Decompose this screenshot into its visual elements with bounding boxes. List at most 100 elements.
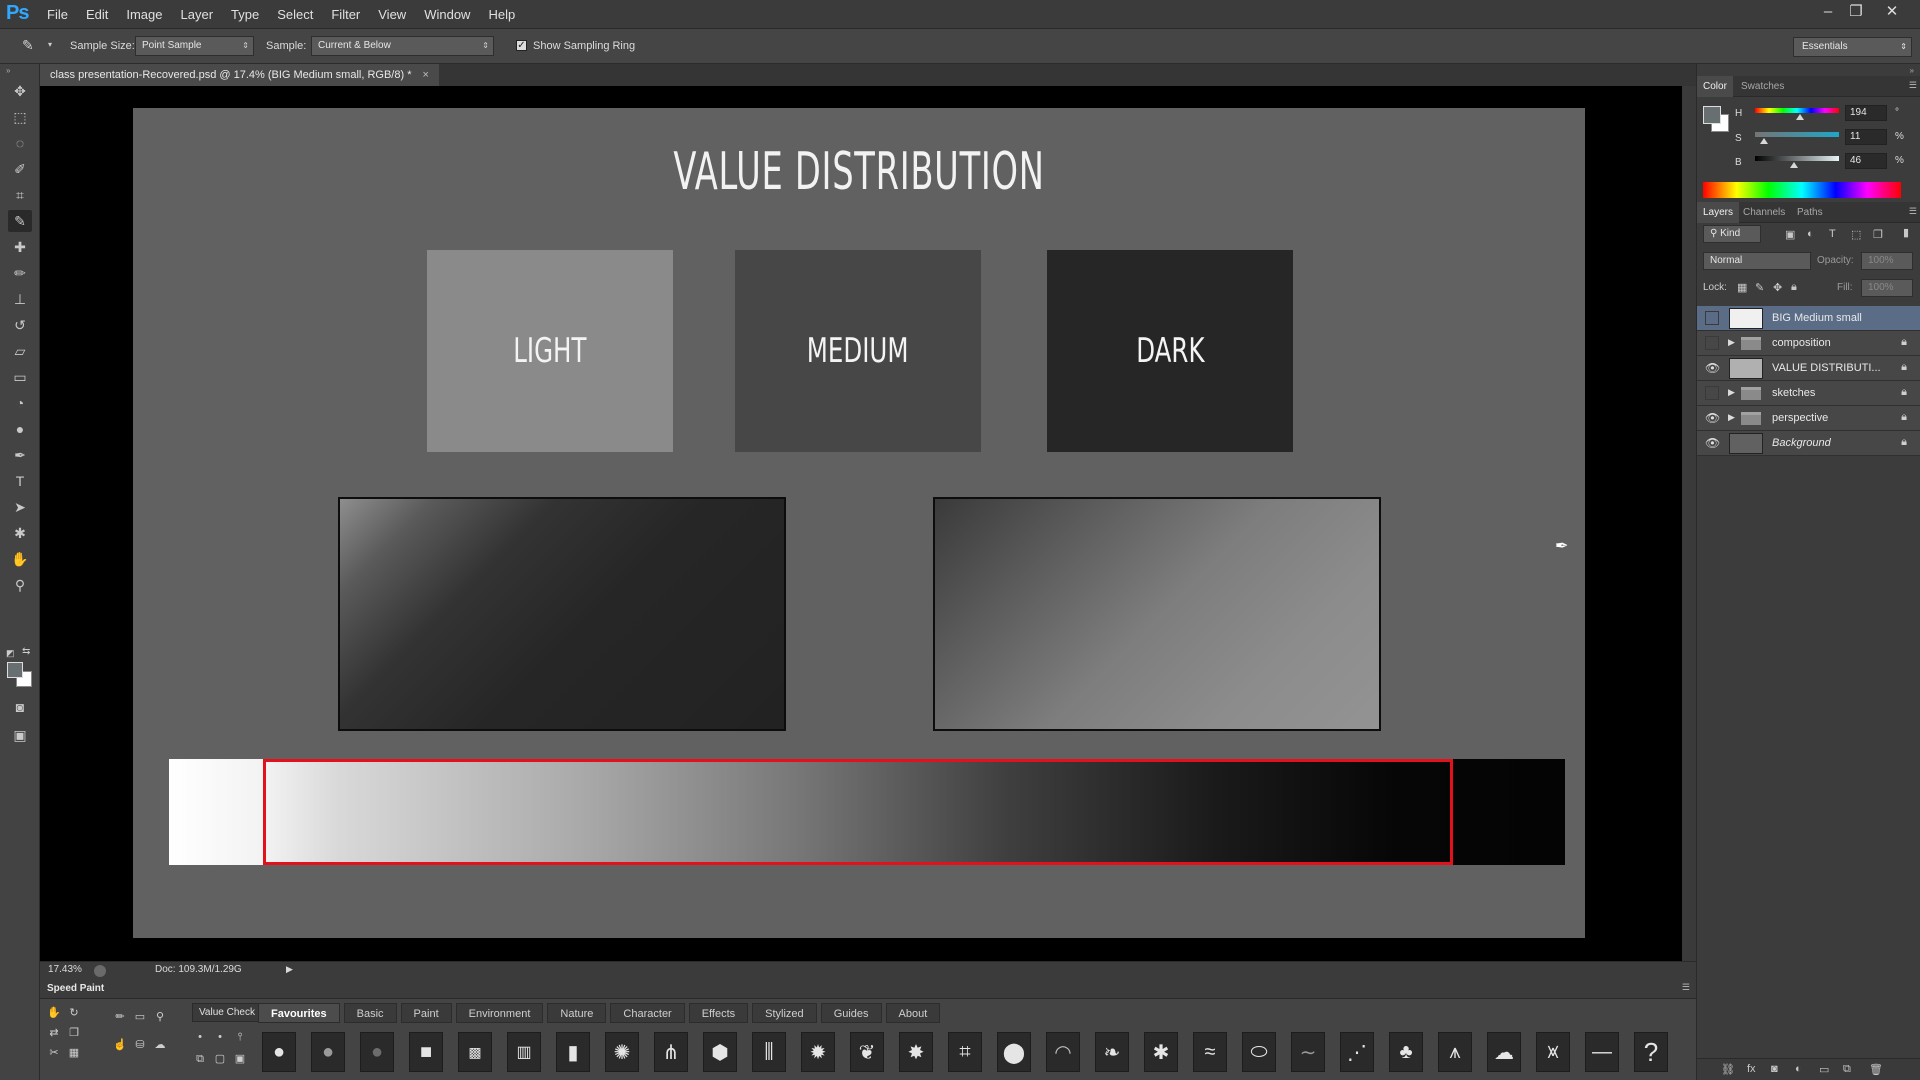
brush-square-icon[interactable]: ■ — [409, 1032, 443, 1072]
layer-row[interactable]: BIG Medium small — [1697, 306, 1920, 331]
color-fg-swatch[interactable] — [1703, 106, 1721, 124]
menu-select[interactable]: Select — [268, 0, 322, 29]
tab-channels[interactable]: Channels — [1737, 202, 1791, 223]
brush-hard-round-icon[interactable]: ● — [262, 1032, 296, 1072]
eye-icon[interactable]: 👁︎ — [1705, 361, 1720, 375]
hue-slider[interactable] — [1755, 108, 1839, 113]
brush-rock-icon[interactable]: ⬢ — [703, 1032, 737, 1072]
eye-icon[interactable]: 👁︎ — [1705, 411, 1720, 425]
chevron-down-icon[interactable]: ▾ — [48, 40, 52, 49]
sp-scissors-icon[interactable]: ✂ — [46, 1045, 62, 1061]
brush-texture-icon[interactable]: ▩ — [458, 1032, 492, 1072]
menu-type[interactable]: Type — [222, 0, 268, 29]
brush-grass-line-icon[interactable]: ⩚ — [1438, 1032, 1472, 1072]
brush-birds-icon[interactable]: ⋰ — [1340, 1032, 1374, 1072]
hand-tool-icon[interactable]: ✋ — [8, 548, 32, 570]
menu-help[interactable]: Help — [479, 0, 524, 29]
zoom-level[interactable]: 17.43% — [48, 964, 82, 975]
brush-soft-round-icon[interactable]: ● — [311, 1032, 345, 1072]
vertical-scrollbar[interactable] — [1682, 86, 1696, 961]
restore-icon[interactable]: ❐ — [1845, 2, 1867, 22]
shape-tool-icon[interactable]: ✱ — [8, 522, 32, 544]
brush-cloud-icon[interactable]: ⬤ — [997, 1032, 1031, 1072]
blend-mode-dropdown[interactable]: Normal — [1703, 252, 1811, 270]
menu-image[interactable]: Image — [117, 0, 171, 29]
tab-about[interactable]: About — [885, 1003, 941, 1023]
swap-colors-icon[interactable]: ⇆ — [22, 646, 30, 657]
eraser-tool-icon[interactable]: ▱ — [8, 340, 32, 362]
history-brush-tool-icon[interactable]: ↺ — [8, 314, 32, 336]
status-menu-arrow-icon[interactable]: ▶ — [286, 964, 293, 975]
visibility-toggle[interactable] — [1705, 336, 1719, 350]
fx-icon[interactable]: fx — [1747, 1063, 1756, 1075]
brush-tree-icon[interactable]: ♣ — [1389, 1032, 1423, 1072]
layer-row[interactable]: 👁︎ ▶ perspective 🔒︎ — [1697, 406, 1920, 431]
quick-select-tool-icon[interactable]: ✐ — [8, 158, 32, 180]
brush-leaf-icon[interactable]: ❦ — [850, 1032, 884, 1072]
sp-bucket-icon[interactable]: ⛁ — [132, 1037, 148, 1053]
menu-filter[interactable]: Filter — [322, 0, 369, 29]
tab-favourites[interactable]: Favourites — [258, 1003, 340, 1023]
crop-tool-icon[interactable]: ⌗ — [8, 184, 32, 206]
visibility-toggle[interactable] — [1705, 386, 1719, 400]
saturation-thumb[interactable] — [1760, 138, 1769, 144]
sp-rotate-icon[interactable]: ↻ — [66, 1005, 82, 1021]
brush-line-icon[interactable]: — — [1585, 1032, 1619, 1072]
expand-arrow-icon[interactable]: ▶ — [1728, 412, 1735, 423]
sp-new-layer-icon[interactable]: ⧉ — [192, 1051, 208, 1067]
delete-layer-icon[interactable]: 🗑︎ — [1869, 1063, 1883, 1076]
brush-bush-icon[interactable]: ☁ — [1487, 1032, 1521, 1072]
collapse-panels-icon[interactable]: » — [1910, 66, 1914, 75]
filter-adjustment-icon[interactable]: ◐ — [1807, 228, 1814, 240]
artboard[interactable]: VALUE DISTRIBUTION LIGHT MEDIUM DARK — [133, 108, 1585, 938]
filter-type-icon[interactable]: T — [1829, 228, 1836, 240]
brush-blob-icon[interactable]: ⬭ — [1242, 1032, 1276, 1072]
brush-pattern-icon[interactable]: ⌗ — [948, 1032, 982, 1072]
brush-airbrush-icon[interactable]: ● — [360, 1032, 394, 1072]
show-sampling-ring-checkbox[interactable]: ✓ — [516, 40, 527, 51]
layer-filter-kind[interactable]: ⚲ Kind — [1703, 225, 1761, 243]
brush-arc-icon[interactable]: ◠ — [1046, 1032, 1080, 1072]
brush-bristle-icon[interactable]: ▥ — [507, 1032, 541, 1072]
saturation-value[interactable]: 11 — [1845, 129, 1887, 145]
tab-basic[interactable]: Basic — [343, 1003, 397, 1023]
tab-paint[interactable]: Paint — [400, 1003, 452, 1023]
type-tool-icon[interactable]: T — [8, 470, 32, 492]
panel-menu-icon[interactable]: ☰ — [1682, 982, 1690, 993]
help-button[interactable]: ? — [1634, 1032, 1668, 1072]
sp-flip-icon[interactable]: ⇄ — [46, 1025, 62, 1041]
brush-hair-icon[interactable]: ⫼ — [752, 1032, 786, 1072]
expand-arrow-icon[interactable]: ▶ — [1728, 337, 1735, 348]
sample-dropdown[interactable]: Current & Below ⇕ — [311, 36, 494, 56]
sp-blob-icon[interactable]: ☁ — [152, 1037, 168, 1053]
add-mask-icon[interactable]: ◙ — [1771, 1063, 1778, 1075]
adjustment-layer-icon[interactable]: ◐ — [1795, 1063, 1802, 1075]
expand-arrow-icon[interactable]: ▶ — [1728, 387, 1735, 398]
layer-row[interactable]: ▶ composition 🔒︎ — [1697, 331, 1920, 356]
workspace-dropdown[interactable]: Essentials ⇕ — [1793, 37, 1912, 57]
tab-stylized[interactable]: Stylized — [752, 1003, 817, 1023]
sp-pin-icon[interactable]: ⫯ — [232, 1029, 248, 1045]
lock-transparency-icon[interactable]: ▦ — [1737, 281, 1747, 294]
filter-toggle-icon[interactable]: ▮ — [1903, 226, 1909, 239]
healing-brush-tool-icon[interactable]: ✚ — [8, 236, 32, 258]
menu-file[interactable]: File — [38, 0, 77, 29]
value-check-button[interactable]: Value Check — [192, 1003, 262, 1022]
filter-smart-object-icon[interactable]: ❐ — [1873, 228, 1883, 241]
menu-view[interactable]: View — [369, 0, 415, 29]
pen-tool-icon[interactable]: ✒ — [8, 444, 32, 466]
sp-grid-icon[interactable]: ▦ — [66, 1045, 82, 1061]
minimize-icon[interactable]: – — [1817, 2, 1839, 22]
sp-hand-icon[interactable]: ✋ — [46, 1005, 62, 1021]
default-colors-icon[interactable]: ◩ — [6, 648, 15, 659]
brush-reeds-icon[interactable]: ⩙ — [1536, 1032, 1570, 1072]
zoom-tool-icon[interactable]: ⚲ — [8, 574, 32, 596]
opacity-field[interactable]: 100% — [1861, 252, 1913, 270]
layer-row[interactable]: 👁︎ VALUE DISTRIBUTI... 🔒︎ — [1697, 356, 1920, 381]
sp-brush-icon[interactable]: ✏ — [112, 1009, 128, 1025]
tab-paths[interactable]: Paths — [1791, 202, 1829, 223]
brush-flat-icon[interactable]: ▮ — [556, 1032, 590, 1072]
tab-guides[interactable]: Guides — [820, 1003, 882, 1023]
filter-pixel-icon[interactable]: ▣ — [1785, 228, 1795, 241]
brush-dry-icon[interactable]: ✸ — [899, 1032, 933, 1072]
